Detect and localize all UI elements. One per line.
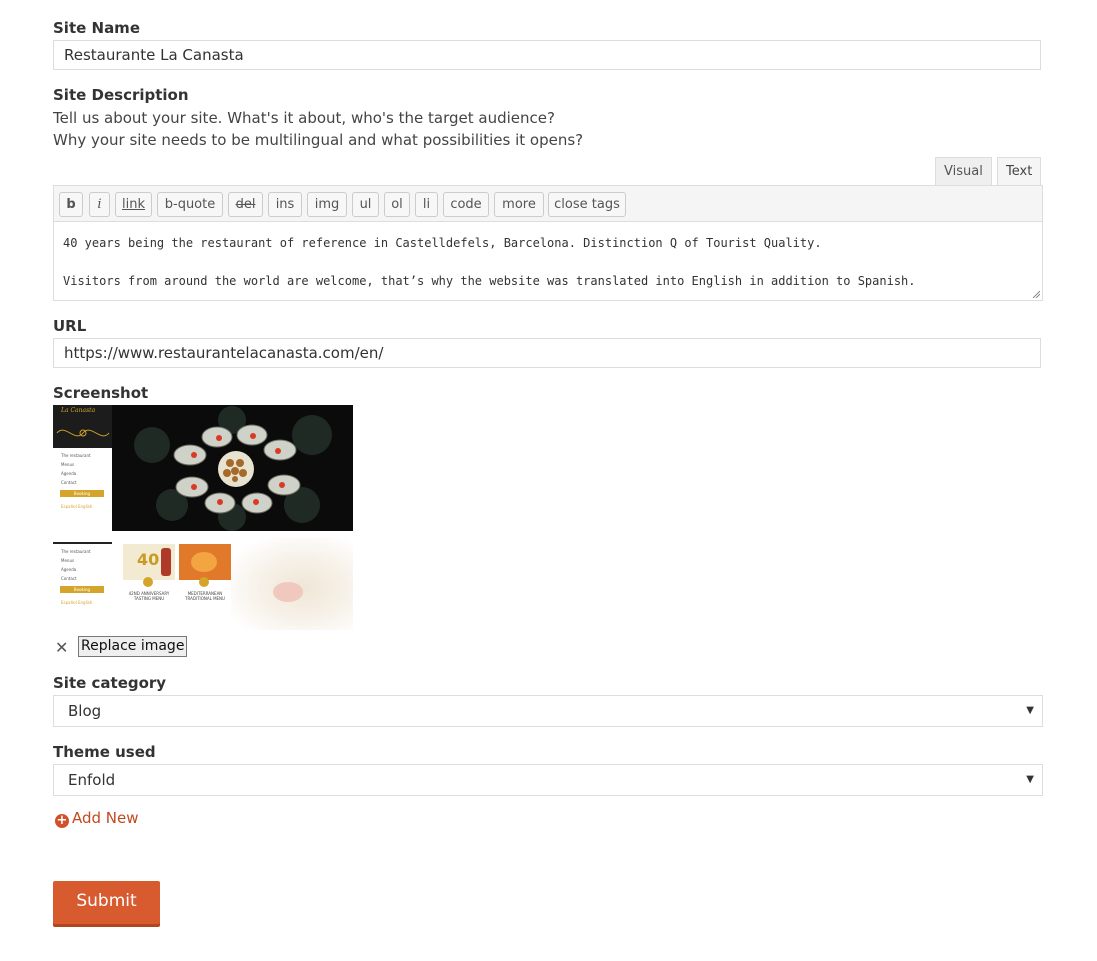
screenshot-label: Screenshot [53, 384, 149, 402]
site-category-label: Site category [53, 674, 167, 692]
add-new-label: Add New [72, 809, 139, 827]
card-title: MEDITERRANEAN TRADITIONAL MENU [185, 591, 225, 601]
card-image [179, 544, 231, 580]
faded-dish [273, 582, 303, 602]
site-description-label: Site Description [53, 86, 189, 104]
site-category-value: Blog [68, 702, 102, 720]
screenshot-preview: La Canasta The restaurant Menus Agenda C… [53, 405, 353, 630]
thumb-booking: Booking [60, 490, 104, 497]
card-image: 40 [123, 544, 175, 580]
thumb-menu-item: Menus [61, 558, 75, 563]
ol-button[interactable]: ol [384, 192, 410, 217]
bold-button[interactable]: b [59, 192, 83, 217]
link-button[interactable]: link [115, 192, 152, 217]
italic-button[interactable]: i [89, 192, 110, 217]
thumb-lang: Español English [61, 600, 93, 605]
editor-toolbar: b i link b-quote del ins img ul ol li co… [53, 185, 1043, 222]
card-badge-icon [199, 577, 209, 587]
thumb-menu-item: Agenda [61, 471, 77, 476]
bottle [161, 548, 171, 576]
thumb-menu-item: Contact [61, 480, 77, 485]
site-description-help-1: Tell us about your site. What's it about… [53, 109, 555, 127]
plus-circle-icon: + [55, 813, 69, 828]
more-button[interactable]: more [494, 192, 544, 217]
submit-button[interactable]: Submit [53, 881, 160, 924]
card-number: 40 [137, 550, 160, 569]
thumb-menu-item: Menus [61, 462, 75, 467]
del-button[interactable]: del [228, 192, 263, 217]
description-paragraph-1: 40 years being the restaurant of referen… [63, 236, 822, 250]
ins-button[interactable]: ins [268, 192, 302, 217]
li-button[interactable]: li [415, 192, 438, 217]
card-badge-icon [143, 577, 153, 587]
thumb-menu-item: Contact [61, 576, 77, 581]
thumb-card-anniversary: 40 42ND ANNIVERSARY TASTING MENU [123, 544, 175, 622]
resize-grip-icon[interactable] [1032, 290, 1040, 298]
close-tags-button[interactable]: close tags [548, 192, 626, 217]
img-button[interactable]: img [307, 192, 347, 217]
description-textarea[interactable]: 40 years being the restaurant of referen… [53, 222, 1043, 301]
theme-used-label: Theme used [53, 743, 156, 761]
thumb-menu-item: Agenda [61, 567, 77, 572]
oyster-platter-image [112, 405, 353, 531]
add-new-link[interactable]: + Add New [55, 808, 139, 828]
thumb-menu-item: The restaurant [61, 453, 91, 458]
description-paragraph-2: Visitors from around the world are welco… [63, 274, 916, 288]
site-name-label: Site Name [53, 19, 140, 37]
thumb-menu-item: The restaurant [61, 549, 91, 554]
thumb-menu: The restaurant Menus Agenda Contact Book… [53, 448, 112, 531]
thumb-brand: La Canasta [61, 407, 96, 414]
replace-image-button[interactable]: Replace image [78, 636, 188, 657]
paella [191, 552, 217, 572]
theme-used-value: Enfold [68, 771, 116, 789]
dropdown-arrow-icon: ▼ [1026, 774, 1034, 785]
thumb-header: La Canasta [53, 405, 112, 448]
site-description-help-2: Why your site needs to be multilingual a… [53, 131, 584, 149]
site-name-input[interactable]: Restaurante La Canasta [53, 40, 1041, 70]
url-input[interactable]: https://www.restaurantelacanasta.com/en/ [53, 338, 1041, 368]
thumb-booking: Booking [60, 586, 104, 593]
ul-button[interactable]: ul [352, 192, 379, 217]
thumb-faded-photo [228, 537, 353, 630]
theme-used-select[interactable]: Enfold ▼ [53, 764, 1043, 796]
close-icon[interactable]: ✕ [55, 638, 68, 657]
thumb-lang: Español English [61, 504, 93, 509]
tab-visual[interactable]: Visual [935, 157, 992, 186]
thumb-menu-copy: The restaurant Menus Agenda Contact Book… [53, 544, 112, 630]
thumb-card-mediterranean: MEDITERRANEAN TRADITIONAL MENU [179, 544, 231, 622]
site-category-select[interactable]: Blog ▼ [53, 695, 1043, 727]
site-submission-form: Site Name Restaurante La Canasta Site De… [0, 0, 1097, 961]
code-button[interactable]: code [443, 192, 489, 217]
b-quote-button[interactable]: b-quote [157, 192, 223, 217]
tab-text[interactable]: Text [997, 157, 1042, 186]
dropdown-arrow-icon: ▼ [1026, 705, 1034, 716]
card-title: 42ND ANNIVERSARY TASTING MENU [128, 591, 170, 601]
url-label: URL [53, 317, 87, 335]
ornament-icon [56, 429, 110, 437]
